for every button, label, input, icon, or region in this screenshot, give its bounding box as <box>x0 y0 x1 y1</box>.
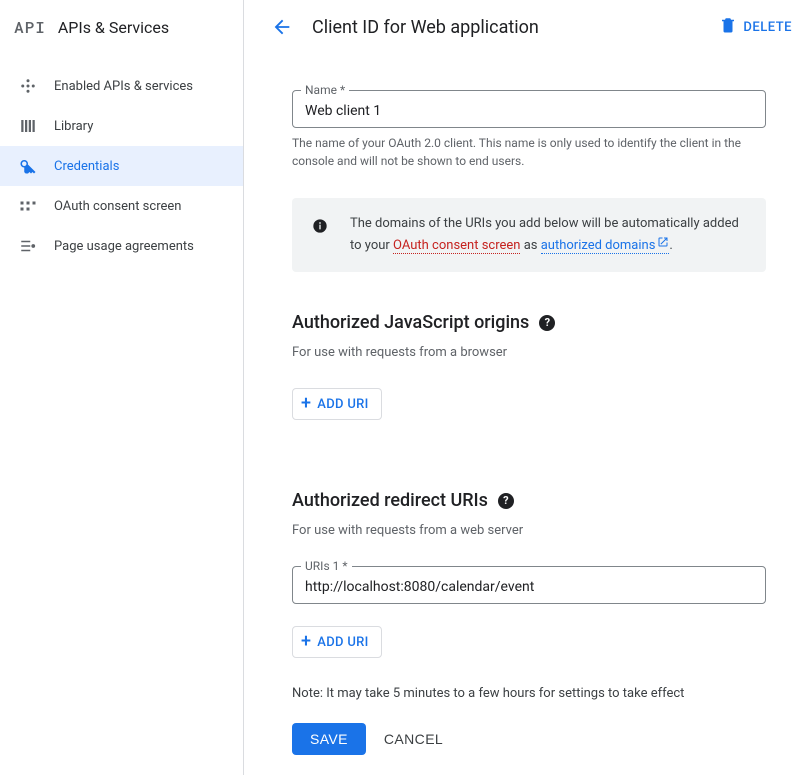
name-helper: The name of your OAuth 2.0 client. This … <box>292 134 766 170</box>
library-icon <box>18 116 38 136</box>
sidebar-item-credentials[interactable]: Credentials <box>0 146 243 186</box>
consent-icon <box>18 196 38 216</box>
add-redirect-uri-button[interactable]: + ADD URI <box>292 626 382 658</box>
add-uri-label: ADD URI <box>317 397 368 412</box>
add-js-uri-button[interactable]: + ADD URI <box>292 388 382 420</box>
cancel-button[interactable]: CANCEL <box>384 731 443 747</box>
name-label: Name * <box>301 83 349 97</box>
help-icon[interactable]: ? <box>498 493 514 509</box>
arrow-left-icon <box>271 16 293 38</box>
sidebar-item-label: Credentials <box>54 159 119 174</box>
main-content: Client ID for Web application DELETE Nam… <box>244 0 810 775</box>
delete-button[interactable]: DELETE <box>719 16 792 38</box>
sidebar-item-label: Library <box>54 119 93 134</box>
sidebar-header: API APIs & Services <box>0 0 243 54</box>
key-icon <box>18 156 38 176</box>
info-text-suffix: . <box>669 238 672 253</box>
info-box: The domains of the URIs you add below wi… <box>292 198 766 272</box>
settings-list-icon <box>18 236 38 256</box>
sidebar-item-label: Page usage agreements <box>54 239 194 254</box>
redirect-uris-title: Authorized redirect URIs ? <box>292 490 766 511</box>
sidebar-item-enabled-apis[interactable]: Enabled APIs & services <box>0 66 243 106</box>
js-origins-sub: For use with requests from a browser <box>292 345 766 360</box>
redirect-uri-field[interactable]: URIs 1 * <box>292 566 766 604</box>
page-title: Client ID for Web application <box>312 17 719 38</box>
help-icon[interactable]: ? <box>539 315 555 331</box>
sidebar-item-page-usage[interactable]: Page usage agreements <box>0 226 243 266</box>
external-link-icon <box>657 235 669 256</box>
sidebar-title: APIs & Services <box>58 18 169 37</box>
api-logo: API <box>14 17 46 38</box>
authorized-domains-link[interactable]: authorized domains <box>541 238 670 254</box>
info-text-mid: as <box>520 238 540 253</box>
js-origins-title: Authorized JavaScript origins ? <box>292 312 766 333</box>
sidebar-item-label: OAuth consent screen <box>54 199 181 214</box>
delete-label: DELETE <box>743 20 792 35</box>
redirect-uris-sub: For use with requests from a web server <box>292 523 766 538</box>
main-header: Client ID for Web application DELETE <box>244 0 810 54</box>
name-field[interactable]: Name * <box>292 90 766 128</box>
api-icon <box>18 76 38 96</box>
plus-icon: + <box>301 395 311 413</box>
name-input[interactable] <box>305 103 753 119</box>
sidebar-item-oauth-consent[interactable]: OAuth consent screen <box>0 186 243 226</box>
save-button[interactable]: SAVE <box>292 723 366 755</box>
info-icon <box>312 218 328 238</box>
sidebar-item-label: Enabled APIs & services <box>54 79 193 94</box>
sidebar: API APIs & Services Enabled APIs & servi… <box>0 0 244 775</box>
add-uri-label: ADD URI <box>317 635 368 650</box>
back-button[interactable] <box>264 9 300 45</box>
oauth-consent-link[interactable]: OAuth consent screen <box>393 238 520 254</box>
redirect-uri-input[interactable] <box>305 579 753 595</box>
plus-icon: + <box>301 633 311 651</box>
uri-label: URIs 1 * <box>301 559 352 573</box>
trash-icon <box>719 16 737 38</box>
note-text: Note: It may take 5 minutes to a few hou… <box>292 686 766 701</box>
sidebar-item-library[interactable]: Library <box>0 106 243 146</box>
